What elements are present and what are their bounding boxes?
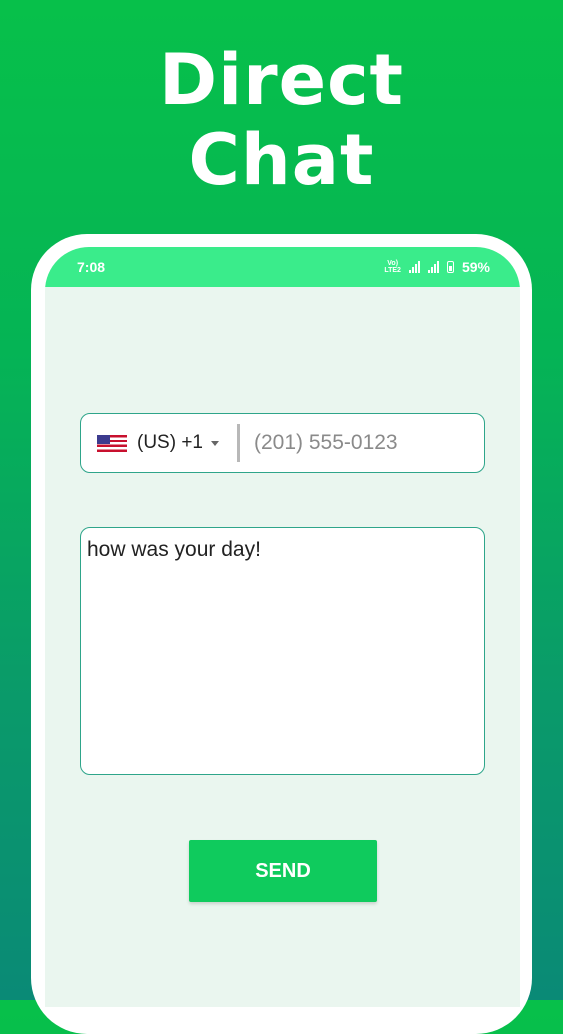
us-flag-icon[interactable]: [97, 434, 127, 452]
dropdown-caret-icon[interactable]: [211, 440, 219, 446]
status-icons: Vo) LTE2 59%: [384, 259, 490, 275]
signal-icon: [427, 261, 439, 273]
status-time: 7:08: [77, 259, 106, 275]
volte-icon: Vo) LTE2: [384, 260, 401, 274]
send-button[interactable]: SEND: [189, 840, 377, 902]
battery-percent: 59%: [461, 259, 490, 275]
battery-icon: [446, 261, 454, 273]
signal-icon: [408, 261, 420, 273]
phone-number-field: (US) +1: [80, 413, 485, 473]
promo-headline-line-2: Chat: [188, 119, 375, 201]
app-screen: 7:08 Vo)LTE2 59% (US) +1 how was your da…: [45, 247, 520, 1007]
promo-headline: Direct Chat: [0, 40, 563, 200]
field-divider: [237, 424, 240, 462]
country-code-select[interactable]: (US) +1: [137, 432, 203, 454]
promo-headline-line-1: Direct: [158, 39, 405, 121]
message-input[interactable]: how was your day!: [80, 527, 485, 775]
status-bar: 7:08 Vo) LTE2 59%: [45, 247, 520, 287]
phone-number-input[interactable]: [252, 430, 476, 456]
